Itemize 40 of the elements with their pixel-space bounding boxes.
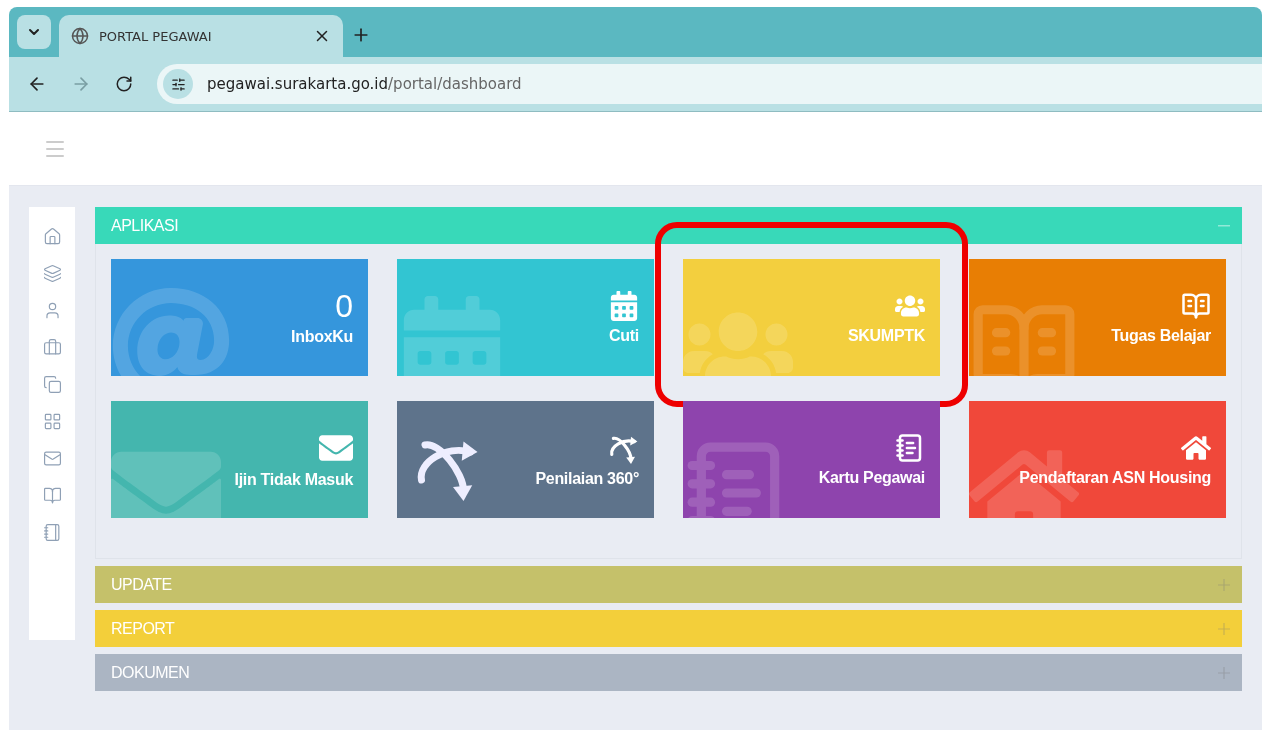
inbox-count: 0	[335, 289, 353, 322]
app-tile[interactable]: Cuti	[397, 259, 654, 376]
browser-tab[interactable]: PORTAL PEGAWAI	[59, 15, 343, 57]
panel-header[interactable]: DOKUMEN	[95, 654, 1242, 691]
collapse-icon	[1218, 224, 1230, 227]
reload-button[interactable]	[115, 75, 133, 93]
tab-list-button[interactable]	[17, 15, 51, 49]
documents-icon[interactable]	[42, 375, 62, 394]
tile-title: Pendaftaran ASN Housing	[1019, 468, 1211, 487]
tile-title: Penilaian 360°	[535, 469, 639, 488]
panel-header[interactable]: APLIKASI	[95, 207, 1242, 244]
grid-icon[interactable]	[42, 412, 62, 431]
mail-icon[interactable]	[42, 449, 62, 468]
globe-icon	[71, 27, 89, 45]
app-tile[interactable]: Kartu Pegawai	[683, 401, 940, 518]
expand-icon	[1218, 622, 1230, 635]
tile-title: SKUMPTK	[848, 326, 925, 345]
layers-icon[interactable]	[42, 264, 62, 283]
briefcase-icon[interactable]	[42, 338, 62, 357]
book-icon[interactable]	[42, 486, 62, 505]
calendar-icon	[609, 290, 639, 321]
site-info-icon[interactable]	[163, 69, 193, 99]
app-tile[interactable]: Ijin Tidak Masuk	[111, 401, 368, 518]
app-tile[interactable]: 0 InboxKu	[111, 259, 368, 376]
tile-title: InboxKu	[291, 327, 353, 346]
panel-header[interactable]: REPORT	[95, 610, 1242, 647]
tile-title: Ijin Tidak Masuk	[234, 470, 353, 489]
app-tile[interactable]: Penilaian 360°	[397, 401, 654, 518]
app-tile[interactable]: Pendaftaran ASN Housing	[969, 401, 1226, 518]
app-tile[interactable]: Tugas Belajar	[969, 259, 1226, 376]
address-bar[interactable]: pegawai.surakarta.go.id/portal/dashboard	[157, 64, 1262, 104]
notebook-icon[interactable]	[42, 523, 62, 542]
home-icon[interactable]	[42, 227, 62, 246]
tile-title: Kartu Pegawai	[818, 468, 925, 487]
panel-header[interactable]: UPDATE	[95, 566, 1242, 603]
tab-title: PORTAL PEGAWAI	[99, 28, 213, 44]
app-tile[interactable]: SKUMPTK	[683, 259, 940, 376]
tile-title: Tugas Belajar	[1111, 326, 1211, 345]
faint-at-sign-icon	[111, 286, 231, 376]
tile-title: Cuti	[609, 326, 639, 345]
